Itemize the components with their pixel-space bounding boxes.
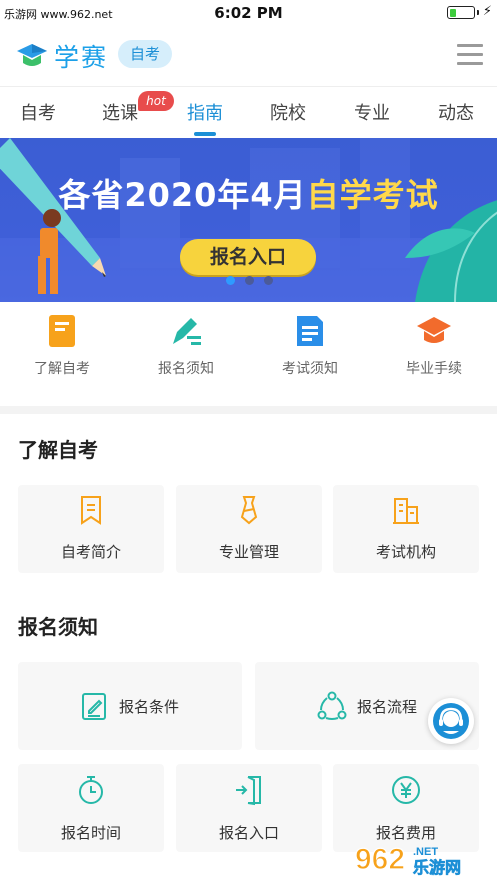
status-time: 6:02 PM (214, 4, 283, 22)
card-institution[interactable]: 考试机构 (333, 485, 479, 573)
tab-zhinan[interactable]: 指南 (175, 99, 235, 125)
section-title-about: 了解自考 (18, 438, 98, 462)
card-label: 自考简介 (60, 543, 121, 561)
pencil-character-illustration (0, 138, 106, 294)
customer-service-button[interactable] (428, 698, 474, 744)
card-label: 考试机构 (375, 543, 436, 561)
quick-nav-label: 考试须知 (282, 361, 338, 377)
banner-signup-button[interactable]: 报名入口 (180, 239, 316, 275)
category-badge[interactable]: 自考 (118, 40, 172, 68)
card-intro[interactable]: 自考简介 (18, 485, 164, 573)
watermark-logo: 962 .NET 乐游网 (354, 842, 461, 877)
quick-nav-graduate[interactable]: 毕业手续 (384, 314, 484, 378)
status-bar: 乐游网 www.962.net 6:02 PM ⚡ (0, 0, 497, 26)
watermark-number: 962 (355, 843, 405, 876)
site-watermark: 962 .NET 乐游网 (353, 839, 491, 879)
document-icon (297, 316, 323, 346)
app-header: 学赛 自考 (0, 26, 497, 84)
watermark-cn: 乐游网 (413, 858, 461, 877)
quick-nav-label: 报名须知 (158, 361, 214, 377)
card-label: 报名入口 (218, 824, 279, 842)
menu-bar (457, 53, 483, 56)
menu-bar (457, 62, 483, 65)
card-entrance[interactable]: 报名入口 (176, 764, 322, 852)
quick-nav-exam[interactable]: 考试须知 (260, 314, 360, 378)
card-label: 报名流程 (356, 697, 417, 716)
quick-nav: 了解自考 报名须知 考试须知 毕业手续 (0, 302, 497, 406)
pen-icon (173, 318, 201, 345)
carousel-dot[interactable] (226, 276, 235, 285)
section-title-signup: 报名须知 (18, 615, 98, 639)
battery-tip (477, 10, 479, 15)
leaf-illustration (405, 200, 497, 302)
card-label: 报名条件 (118, 697, 179, 716)
active-tab-indicator (194, 132, 216, 136)
carousel-dots (226, 276, 273, 285)
book-icon (49, 315, 75, 347)
flow-icon (317, 691, 347, 720)
card-conditions[interactable]: 报名条件 (18, 662, 242, 750)
watermark-net: .NET (413, 846, 438, 858)
banner-title: 各省2020年4月自学考试 (0, 170, 497, 216)
tie-icon (240, 496, 258, 525)
card-label: 报名时间 (60, 824, 121, 842)
tab-zikao[interactable]: 自考 (8, 99, 68, 125)
quick-nav-label: 了解自考 (34, 361, 90, 377)
carousel-dot[interactable] (264, 276, 273, 285)
logo[interactable]: 学赛 (16, 38, 108, 74)
carousel-dot[interactable] (245, 276, 254, 285)
logo-text: 学赛 (54, 43, 109, 72)
banner-title-highlight: 自学考试 (306, 176, 439, 214)
hot-badge: hot (138, 91, 174, 111)
yen-icon (392, 776, 420, 804)
card-major[interactable]: 专业管理 (176, 485, 322, 573)
promo-banner[interactable]: 各省2020年4月自学考试 报名入口 (0, 138, 497, 302)
banner-title-prefix: 各省2020年4月 (58, 176, 307, 214)
headset-agent-icon (433, 703, 469, 739)
tab-zhuanye[interactable]: 专业 (342, 99, 402, 125)
graduation-cap-icon (417, 317, 451, 343)
card-time[interactable]: 报名时间 (18, 764, 164, 852)
tab-yuanxiao[interactable]: 院校 (258, 99, 318, 125)
tab-bar: 自考 选课 hot 指南 院校 专业 动态 (0, 86, 497, 138)
building-icon (393, 498, 419, 524)
menu-button[interactable] (457, 44, 483, 66)
menu-bar (457, 44, 483, 47)
section-divider (0, 406, 497, 414)
battery-icon (447, 6, 475, 19)
card-label: 专业管理 (218, 543, 279, 561)
quick-nav-signup[interactable]: 报名须知 (136, 314, 236, 378)
mortarboard-logo-icon (17, 44, 47, 66)
stopwatch-icon (79, 776, 103, 804)
entrance-icon (236, 776, 261, 806)
bookmark-icon (81, 496, 101, 525)
edit-icon (81, 693, 106, 720)
charging-icon: ⚡ (482, 4, 492, 19)
quick-nav-label: 毕业手续 (406, 361, 462, 377)
tab-dongtai[interactable]: 动态 (426, 99, 486, 125)
quick-nav-understand[interactable]: 了解自考 (12, 314, 112, 378)
